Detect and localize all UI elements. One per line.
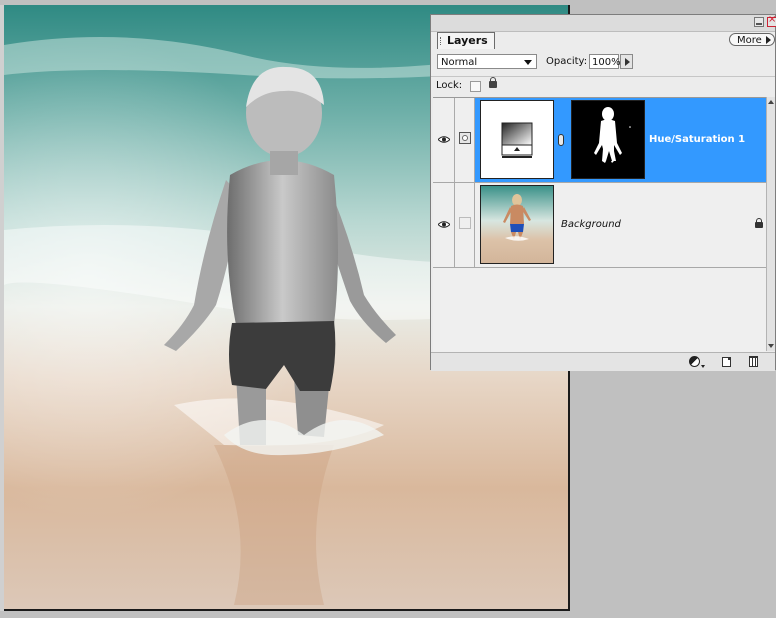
lock-row: Lock: xyxy=(431,76,775,95)
layer-list-scrollbar[interactable] xyxy=(766,97,775,351)
visibility-toggle[interactable] xyxy=(433,183,455,267)
new-layer-icon[interactable] xyxy=(722,357,731,367)
adjustment-layer-icon[interactable] xyxy=(689,356,705,368)
minimize-icon[interactable] xyxy=(754,17,764,27)
opacity-label: Opacity: xyxy=(546,56,588,67)
scroll-up-icon[interactable] xyxy=(768,100,774,104)
chevron-down-icon xyxy=(524,60,532,65)
trash-icon[interactable] xyxy=(749,356,758,367)
tab-layers[interactable]: Layers xyxy=(437,32,495,49)
more-button[interactable]: More xyxy=(729,33,775,46)
layer-row-background[interactable]: Background xyxy=(433,183,766,268)
layer-mask-indicator-icon xyxy=(459,132,471,144)
boy-silhouette-mask xyxy=(594,107,631,163)
mask-edit-cell[interactable] xyxy=(455,98,475,182)
layer-name[interactable]: Background xyxy=(561,219,621,230)
empty-link-indicator xyxy=(459,217,471,229)
palette-title-bar[interactable] xyxy=(431,14,776,32)
lock-transparency-checkbox[interactable] xyxy=(470,81,481,92)
layer-name[interactable]: Hue/Saturation 1 xyxy=(649,134,745,145)
blend-mode-select[interactable]: Normal xyxy=(437,54,537,69)
close-icon[interactable] xyxy=(767,14,776,27)
palette-tab-row: Layers More xyxy=(431,31,775,49)
adjustment-thumbnail[interactable] xyxy=(480,100,554,179)
chevron-right-icon xyxy=(766,36,771,44)
more-button-label: More xyxy=(737,35,762,46)
tab-layers-label: Layers xyxy=(447,34,488,47)
eye-icon xyxy=(438,136,450,143)
visibility-toggle[interactable] xyxy=(433,98,455,182)
layers-palette: Layers More Normal Opacity: 100% Lock: xyxy=(430,14,776,371)
layer-row-hue-saturation[interactable]: Hue/Saturation 1 xyxy=(433,98,766,183)
adjustment-gradient-icon xyxy=(501,122,533,158)
opacity-value: 100% xyxy=(592,57,621,68)
opacity-input[interactable]: 100% xyxy=(589,54,621,69)
lock-label: Lock: xyxy=(436,80,463,91)
lock-icon xyxy=(755,218,763,228)
lock-icon[interactable] xyxy=(489,77,497,88)
layer-mask-thumbnail[interactable] xyxy=(571,100,645,179)
eye-icon xyxy=(438,221,450,228)
chain-link-icon[interactable] xyxy=(558,134,564,146)
scroll-down-icon[interactable] xyxy=(768,344,774,348)
background-thumbnail[interactable] xyxy=(480,185,554,264)
link-cell[interactable] xyxy=(455,183,475,267)
opacity-slider-toggle[interactable] xyxy=(620,54,633,69)
palette-bottom-bar xyxy=(431,352,775,371)
photo-thumbnail xyxy=(481,186,553,263)
layer-list: Hue/Saturation 1 Background xyxy=(433,97,766,352)
blend-mode-value: Normal xyxy=(441,57,478,68)
